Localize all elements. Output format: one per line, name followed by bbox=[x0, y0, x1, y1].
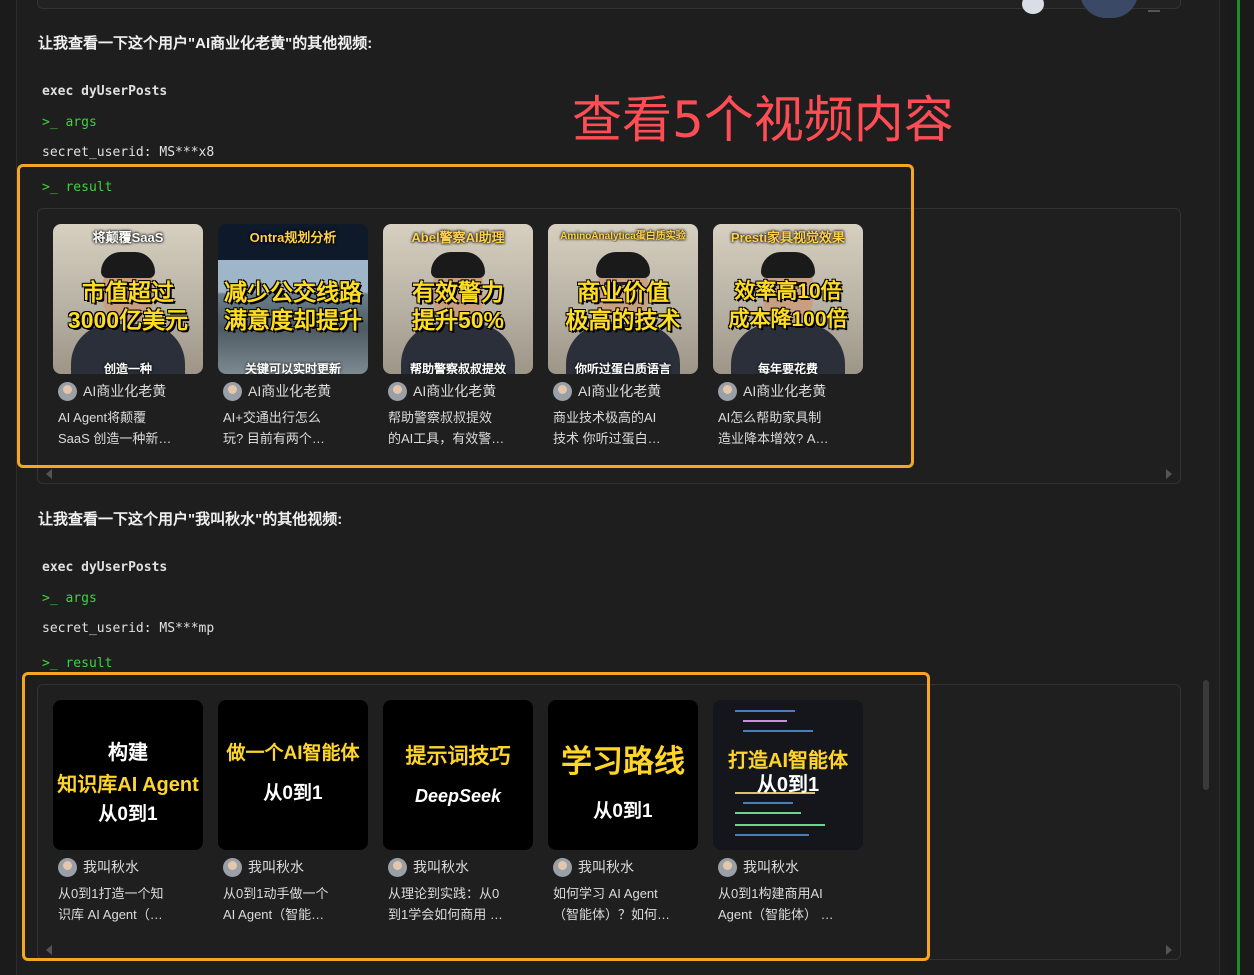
scroll-right-icon[interactable] bbox=[1166, 945, 1172, 955]
side-accent-line bbox=[1237, 0, 1240, 975]
section-intro: 让我查看一下这个用户"AI商业化老黄"的其他视频: bbox=[38, 35, 373, 52]
previous-card-edge bbox=[37, 0, 1181, 9]
exec-label: exec dyUserPosts bbox=[42, 560, 168, 575]
highlight-box bbox=[17, 164, 914, 468]
side-strip bbox=[1230, 0, 1254, 975]
annotation-text: 查看5个视频内容 bbox=[572, 91, 954, 149]
vertical-scrollbar[interactable] bbox=[1203, 680, 1209, 790]
highlight-box bbox=[22, 672, 930, 961]
scroll-right-icon[interactable] bbox=[1166, 469, 1172, 479]
section-intro: 让我查看一下这个用户"我叫秋水"的其他视频: bbox=[38, 511, 343, 528]
exec-label: exec dyUserPosts bbox=[42, 84, 168, 99]
args-param: secret_userid: MS***mp bbox=[42, 621, 215, 636]
divider bbox=[1148, 10, 1160, 12]
args-param: secret_userid: MS***x8 bbox=[42, 145, 215, 160]
args-toggle[interactable]: >_ args bbox=[42, 115, 97, 130]
result-toggle[interactable]: >_ result bbox=[42, 656, 112, 671]
scroll-left-icon[interactable] bbox=[46, 469, 52, 479]
args-toggle[interactable]: >_ args bbox=[42, 591, 97, 606]
